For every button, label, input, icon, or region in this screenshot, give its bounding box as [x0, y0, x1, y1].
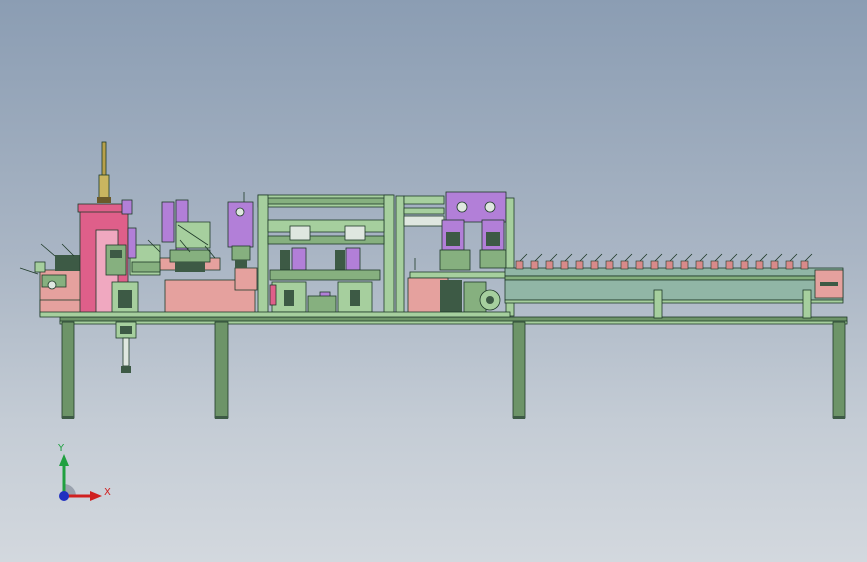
table-leg: [832, 321, 846, 419]
conveyor-post: [802, 289, 812, 319]
conveyor-pin: [639, 253, 648, 262]
conveyor-puck: [590, 260, 599, 270]
conveyor-puck: [635, 260, 644, 270]
conveyor-puck: [710, 260, 719, 270]
conveyor-puck: [785, 260, 794, 270]
conveyor-puck: [530, 260, 539, 270]
conveyor-pin: [744, 253, 753, 262]
conveyor-puck: [515, 260, 524, 270]
base-table: [59, 316, 848, 419]
right-press-station: [395, 191, 515, 317]
center-gantry-frame: [257, 194, 395, 318]
y-axis-label: Y: [58, 443, 65, 454]
station-three: [227, 192, 254, 268]
conveyor-pin: [729, 253, 738, 262]
conveyor-puck: [665, 260, 674, 270]
conveyor-puck: [755, 260, 764, 270]
conveyor-puck: [695, 260, 704, 270]
conveyor-pin: [534, 253, 543, 262]
conveyor-pin: [594, 253, 603, 262]
conveyor-puck: [620, 260, 629, 270]
conveyor-pin: [579, 253, 588, 262]
conveyor-puck: [725, 260, 734, 270]
conveyor-puck: [545, 260, 554, 270]
conveyor-puck: [680, 260, 689, 270]
mid-plate: [39, 311, 511, 318]
conveyor-pin: [759, 253, 768, 262]
conveyor-puck: [605, 260, 614, 270]
conveyor-puck: [650, 260, 659, 270]
vertical-cylinder: [115, 321, 137, 373]
conveyor-pin: [519, 253, 528, 262]
conveyor-pin: [714, 253, 723, 262]
conveyor-pin: [684, 253, 693, 262]
output-conveyor: [504, 253, 844, 319]
conveyor-pin: [669, 253, 678, 262]
conveyor-pin: [804, 253, 813, 262]
conveyor-pin: [789, 253, 798, 262]
conveyor-puck: [575, 260, 584, 270]
conveyor-post: [653, 289, 663, 319]
table-leg: [512, 321, 526, 419]
conveyor-pin: [654, 253, 663, 262]
conveyor-puck: [560, 260, 569, 270]
conveyor-pin: [624, 253, 633, 262]
table-leg: [61, 321, 75, 419]
cad-viewport[interactable]: .o { stroke:#1f3a28; stroke-width:0.8; }…: [0, 0, 867, 562]
conveyor-puck: [770, 260, 779, 270]
conveyor-puck: [740, 260, 749, 270]
conveyor-pin: [549, 253, 558, 262]
table-leg: [214, 321, 229, 419]
conveyor-puck: [800, 260, 809, 270]
conveyor-pin: [564, 253, 573, 262]
conveyor-pin: [774, 253, 783, 262]
assembly-line-model: .o { stroke:#1f3a28; stroke-width:0.8; }…: [19, 141, 848, 419]
conveyor-pin: [699, 253, 708, 262]
x-axis-label: X: [104, 487, 111, 498]
conveyor-pin: [609, 253, 618, 262]
